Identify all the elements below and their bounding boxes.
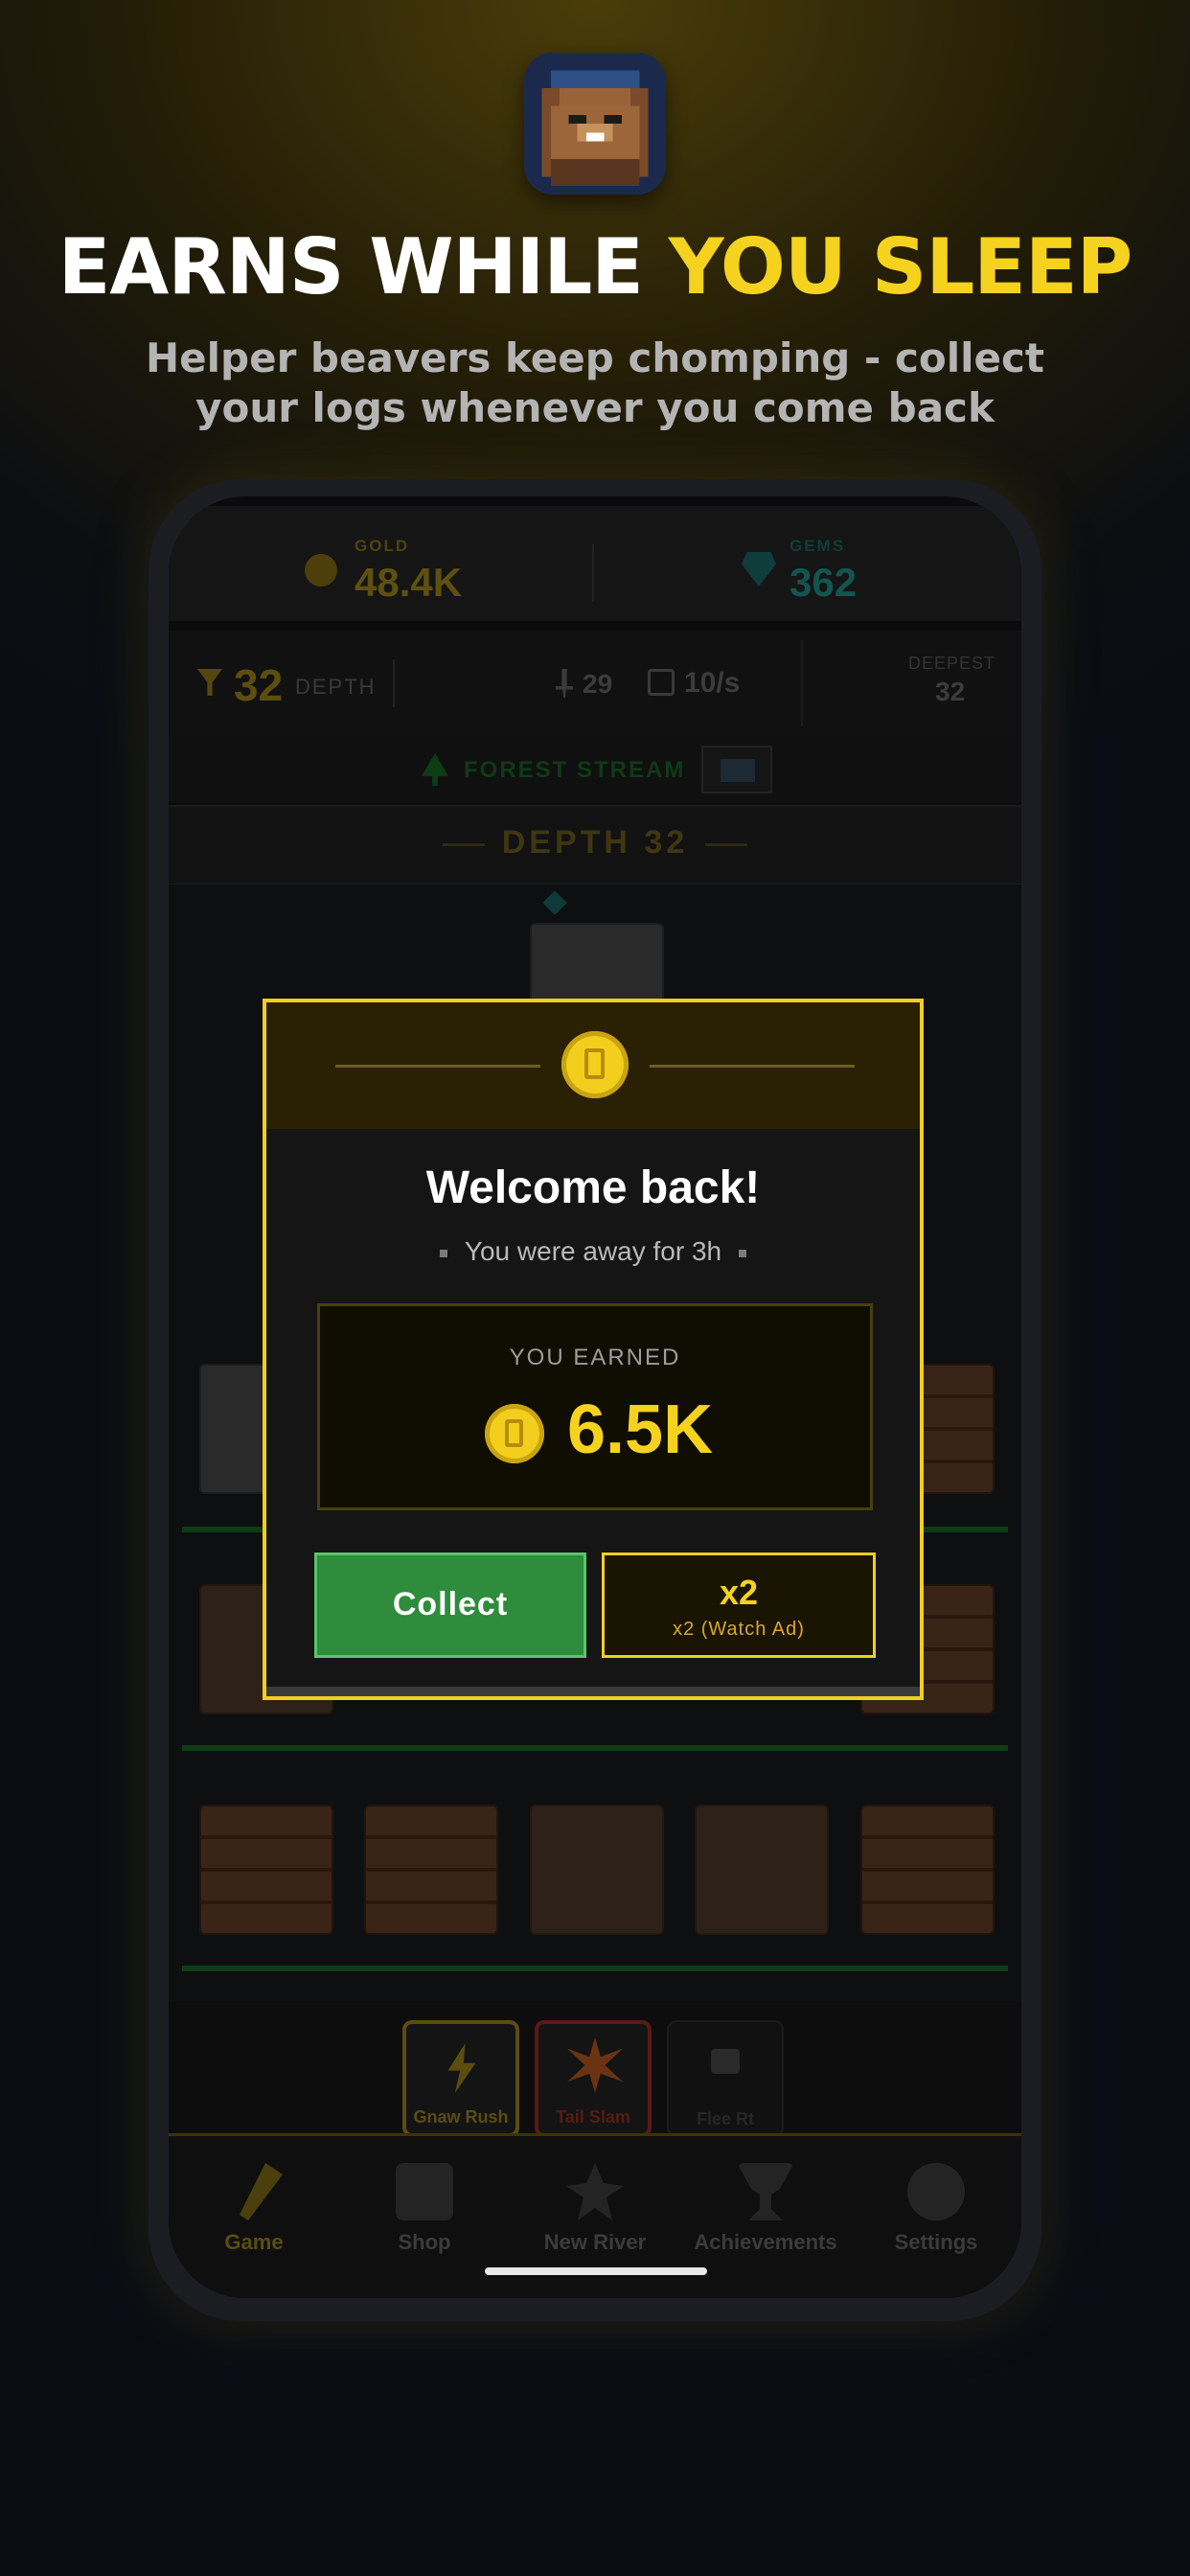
row-divider [182, 1966, 1008, 1971]
nav-label: New River [543, 2230, 647, 2254]
rate-icon [648, 669, 675, 696]
depth-banner-text: DEPTH 32 [501, 824, 689, 861]
tree-icon [422, 753, 448, 786]
nav-new-river[interactable]: New River [510, 2163, 680, 2255]
helpers-count: 29 [583, 669, 613, 699]
nav-label: Achievements [694, 2230, 837, 2254]
gold-value: 48.4K [355, 560, 463, 605]
headline-yellow: YOU SLEEP [668, 222, 1133, 311]
currency-bar: GOLD 48.4K GEMS 362 [169, 506, 1021, 621]
wood-block[interactable] [199, 1805, 333, 1935]
ability-label: Tail Slam [556, 2107, 630, 2127]
zone-bar[interactable]: FOREST STREAM [169, 736, 1021, 803]
earned-value: 6.5K [567, 1392, 714, 1468]
gems-label: GEMS [790, 537, 846, 555]
earnings-box: YOU EARNED 6.5K [317, 1303, 873, 1510]
stats-row: 32 DEPTH 29 10/s DEEPEST 32 [169, 631, 1021, 736]
nav-shop[interactable]: Shop [339, 2163, 510, 2255]
divider [393, 659, 395, 707]
earned-label: YOU EARNED [509, 1345, 681, 1370]
explosion-icon [567, 2037, 623, 2093]
header-line-left [335, 1065, 540, 1068]
home-indicator[interactable] [485, 2267, 707, 2275]
welcome-back-dialog: Welcome back! You were away for 3h YOU E… [263, 999, 924, 1700]
nav-settings[interactable]: Settings [851, 2163, 1021, 2255]
nav-achievements[interactable]: Achievements [680, 2163, 851, 2255]
trophy-icon [737, 2163, 794, 2220]
gear-icon [907, 2163, 965, 2220]
divider [801, 640, 803, 726]
map-icon [721, 759, 755, 782]
promo-headline: EARNS WHILE YOU SLEEP [0, 222, 1190, 311]
nav-label: Settings [894, 2230, 978, 2254]
gem-marker-icon [542, 890, 567, 915]
map-button[interactable] [701, 746, 772, 794]
wood-block[interactable] [860, 1805, 995, 1935]
bullet-right [739, 1249, 747, 1257]
ability-gnaw-rush[interactable]: Gnaw Rush [402, 2020, 519, 2137]
zone-name: FOREST STREAM [464, 757, 686, 783]
bullet-left [439, 1249, 447, 1257]
depth-icon [197, 669, 222, 696]
gold-coin-icon [305, 554, 337, 586]
depth-value: 32 [234, 660, 284, 710]
away-duration: You were away for 3h [266, 1236, 920, 1267]
dialog-header [266, 1002, 920, 1129]
promo-subline: Helper beavers keep chomping - collect y… [146, 334, 1044, 431]
shop-bag-icon [396, 2163, 453, 2220]
lock-icon [711, 2049, 740, 2074]
deepest-value: 32 [935, 677, 966, 706]
away-text: You were away for 3h [464, 1236, 722, 1266]
x2-sublabel: x2 (Watch Ad) [673, 1619, 805, 1640]
dirt-block[interactable] [695, 1805, 829, 1935]
depth-banner: DEPTH 32 [169, 805, 1021, 886]
nav-game[interactable]: Game [169, 2163, 339, 2255]
gem-icon [742, 552, 776, 586]
watch-ad-x2-button[interactable]: x2 x2 (Watch Ad) [602, 1552, 876, 1658]
x2-label: x2 [719, 1573, 759, 1612]
ability-locked[interactable]: Flee Rt [667, 2020, 784, 2137]
river-star-icon [566, 2163, 624, 2220]
depth-label: DEPTH [295, 675, 377, 699]
app-icon-beaver [524, 53, 666, 195]
rate-value: 10/s [684, 667, 741, 699]
nav-label: Game [224, 2230, 284, 2254]
headline-white: EARNS WHILE [57, 222, 644, 311]
dialog-footer-bar [266, 1687, 920, 1696]
gold-label: GOLD [355, 537, 410, 555]
dirt-block[interactable] [530, 1805, 664, 1935]
dialog-title: Welcome back! [425, 1162, 761, 1213]
ability-label: Flee Rt [696, 2109, 754, 2128]
divider [592, 544, 594, 602]
row-divider [182, 1745, 1008, 1751]
ability-tail-slam[interactable]: Tail Slam [535, 2020, 652, 2137]
helper-icon [556, 669, 573, 698]
wood-block[interactable] [364, 1805, 498, 1935]
lightning-icon [447, 2043, 476, 2093]
header-line-right [650, 1065, 855, 1068]
collect-button[interactable]: Collect [314, 1552, 586, 1658]
ability-label: Gnaw Rush [413, 2107, 509, 2127]
nav-label: Shop [398, 2230, 451, 2254]
gold-coin-icon [485, 1404, 544, 1463]
deepest-label: DEEPEST [908, 654, 996, 673]
ability-bar: Gnaw Rush Tail Slam Flee Rt [169, 2001, 1021, 2145]
gold-coin-icon [561, 1031, 629, 1098]
pickaxe-icon [240, 2163, 283, 2220]
banner-line-right [705, 843, 747, 846]
gems-value: 362 [790, 560, 858, 605]
